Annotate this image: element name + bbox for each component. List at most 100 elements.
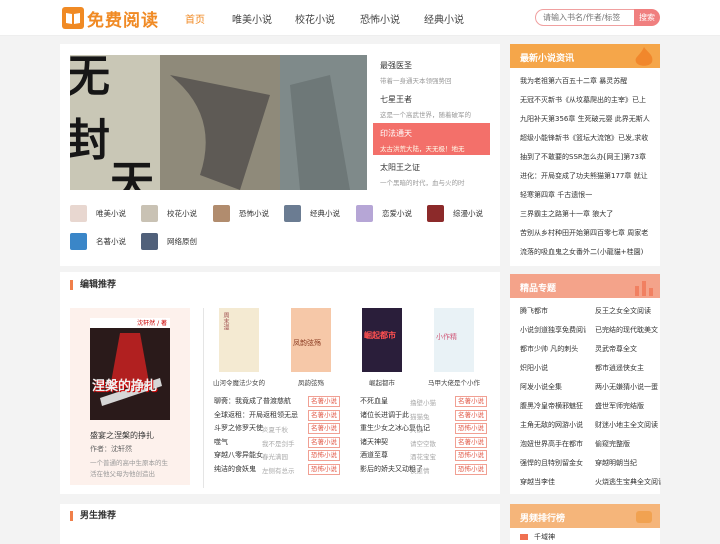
search-button[interactable]: 搜索	[634, 9, 660, 26]
banner-item[interactable]: 七星王者 这是一个高武世界，随着破军的	[373, 89, 490, 121]
topic-item[interactable]: 两小无嫌猜小说一蛋	[595, 382, 661, 392]
book-cover[interactable]: 崛起都市	[362, 308, 402, 372]
category-tag[interactable]: 名著小说	[455, 409, 487, 421]
featured-book[interactable]: 沈轩然 / 著 涅槃的挣扎 盛宴之涅槃的挣扎 作者：沈轩然 一个普通的高中生原本…	[70, 308, 190, 485]
category-tag[interactable]: 名著小说	[455, 396, 487, 407]
category-zongman[interactable]: 综漫小说	[427, 205, 483, 222]
book-name[interactable]: 全球返租：开局返租领无忌	[214, 410, 298, 420]
topics-title: 精品专题	[520, 284, 557, 294]
book-name[interactable]: 不死血皇	[360, 396, 388, 406]
banner-item-active[interactable]: 印法通天 太古洪荒大陆，天无极！地无	[373, 123, 490, 155]
category-lianai[interactable]: 恋爱小说	[356, 205, 412, 222]
topic-item[interactable]: 穿越当李佳	[520, 477, 586, 487]
category-xiaohua[interactable]: 校花小说	[141, 205, 197, 222]
book-title[interactable]: 凤韵弦殇	[284, 377, 338, 387]
category-tag[interactable]: 名著小说	[308, 436, 340, 448]
logo[interactable]: 免费阅读	[62, 6, 159, 31]
category-weimei[interactable]: 唯美小说	[70, 205, 126, 222]
news-item[interactable]: 轻寒第四章 千古遗恨一	[520, 190, 650, 200]
banner-item-desc: 带着一身通天本领强势回	[380, 77, 452, 85]
nav-xiaohua[interactable]: 校花小说	[295, 11, 335, 26]
book-author: 春光满园	[262, 453, 288, 461]
category-tag[interactable]: 名著小说	[308, 409, 340, 421]
category-mingzhu[interactable]: 名著小说	[70, 233, 126, 250]
book-title[interactable]: 马甲大佬是个小作	[427, 377, 481, 387]
banner-item-title: 印法通天	[380, 129, 412, 138]
topic-item[interactable]: 偷窥完整版	[595, 439, 661, 449]
book-name[interactable]: 酒道至尊	[360, 450, 388, 460]
category-kongbu[interactable]: 恐怖小说	[213, 205, 269, 222]
svg-text:无: 无	[70, 55, 110, 102]
news-item[interactable]: 流落的吸血鬼之女番外二(小龍貓+桂園)	[520, 247, 650, 257]
banner-item[interactable]: 太阳王之证 一个黑暗的时代，血与火的时	[373, 157, 490, 189]
topic-item[interactable]: 财迷小地主全文阅读	[595, 420, 661, 430]
book-cover[interactable]: 凤韵弦殇	[291, 308, 331, 372]
book-title[interactable]: 崛起都市	[355, 377, 409, 387]
category-label: 综漫小说	[453, 209, 483, 218]
banner-image[interactable]: 无 封 天	[70, 55, 367, 190]
book-cover-text: 小作精	[436, 333, 457, 341]
topic-item[interactable]: 阿发小说全集	[520, 382, 586, 392]
book-author: 我不是剑手	[262, 439, 295, 448]
topic-item[interactable]: 灵武帝尊全文	[595, 344, 661, 354]
category-tag[interactable]: 恐怖小说	[308, 450, 340, 461]
topic-item[interactable]: 反王之女全文阅读	[595, 306, 661, 316]
search-input[interactable]	[535, 9, 635, 26]
category-wangluo[interactable]: 网络原创	[141, 233, 197, 250]
topic-item[interactable]: 穿越明朝当纪	[595, 458, 661, 468]
nav-jingdian[interactable]: 经典小说	[424, 11, 464, 26]
book-name[interactable]: 噬气	[214, 437, 228, 447]
divider	[203, 308, 204, 488]
book-cover-text: 周末漫	[222, 312, 229, 330]
book-cover[interactable]: 周末漫	[219, 308, 259, 372]
topic-item[interactable]: 都市逍遥侠女主	[595, 363, 661, 373]
news-item[interactable]: 苦别从乡村种田开始第四百零七章 周家老	[520, 228, 650, 238]
book-title[interactable]: 山河令魔法少女的	[212, 377, 266, 387]
category-thumb	[213, 205, 230, 222]
nav-kongbu[interactable]: 恐怖小说	[360, 11, 400, 26]
banner-item[interactable]: 最强医圣 带着一身通天本领强势回	[373, 55, 490, 87]
topic-item[interactable]: 都市少帅 凡的刺头	[520, 344, 586, 354]
topic-item[interactable]: 已完结的现代耽美文	[595, 325, 661, 335]
category-tag[interactable]: 名著小说	[308, 423, 340, 434]
news-item[interactable]: 我为老祖第六百五十二章 暴灵苏醒	[520, 76, 650, 86]
topic-item[interactable]: 盛世军师完结版	[595, 401, 661, 411]
book-name[interactable]: 聊斋：我竟成了普渡慈航	[214, 396, 291, 406]
category-tag[interactable]: 名著小说	[308, 396, 340, 407]
category-thumb	[70, 205, 87, 222]
rank-item[interactable]: 千域神	[534, 532, 555, 542]
book-name[interactable]: 诸位长进调于此	[360, 410, 409, 420]
category-thumb	[284, 205, 301, 222]
book-name[interactable]: 斗罗之修罗天使	[214, 423, 263, 433]
topic-item[interactable]: 强悍的且特别留金女	[520, 458, 586, 468]
book-cover[interactable]: 小作精	[434, 308, 474, 372]
news-item[interactable]: 抽到了不敢要的SSR怎么办[网王]第73章	[520, 152, 650, 162]
category-tag[interactable]: 恐怖小说	[308, 463, 340, 475]
news-item[interactable]: 超级小能锋新书《篮坛大流馆》已发,求收	[520, 133, 650, 143]
medal-icon	[636, 511, 652, 523]
book-name[interactable]: 穿越八零异能女	[214, 450, 263, 460]
topic-item[interactable]: 火烧逃生宝典全文阅读	[595, 477, 661, 487]
fire-icon	[635, 47, 653, 66]
book-author: 炎夏千秋	[262, 426, 288, 434]
topic-item[interactable]: 小说剑道独享免费阅读	[520, 325, 586, 335]
topic-item[interactable]: 炽阳小说	[520, 363, 586, 373]
nav-weimei[interactable]: 唯美小说	[232, 11, 272, 26]
topic-item[interactable]: 主角无敌的网游小说	[520, 420, 586, 430]
category-jingdian[interactable]: 经典小说	[284, 205, 340, 222]
topic-item[interactable]: 腹黑冷皇帝横邪魅狂	[520, 401, 586, 411]
category-tag[interactable]: 名著小说	[455, 436, 487, 448]
book-name[interactable]: 纯洁的食妖鬼	[214, 464, 256, 474]
news-item[interactable]: 三界霸主之路第十一章 狼大了	[520, 209, 650, 219]
category-tag[interactable]: 恐怖小说	[455, 463, 487, 475]
news-item[interactable]: 九阳补天第356章 生死破元婴 此界无斯人	[520, 114, 650, 124]
nav-home[interactable]: 首页	[185, 11, 205, 26]
topic-item[interactable]: 泡妞世界高手在都市	[520, 439, 586, 449]
category-tag[interactable]: 恐怖小说	[455, 423, 487, 434]
topic-item[interactable]: 腾飞都市	[520, 306, 586, 316]
book-name[interactable]: 诸天神契	[360, 437, 388, 447]
category-tag[interactable]: 恐怖小说	[455, 450, 487, 461]
featured-author: 作者：沈轩然	[90, 445, 132, 453]
news-item[interactable]: 无冠不灭新书《从坟墓爬出的主宰》已上	[520, 95, 650, 105]
news-item[interactable]: 进化：开局变成了功夫熊猫第177章 就让	[520, 171, 650, 181]
